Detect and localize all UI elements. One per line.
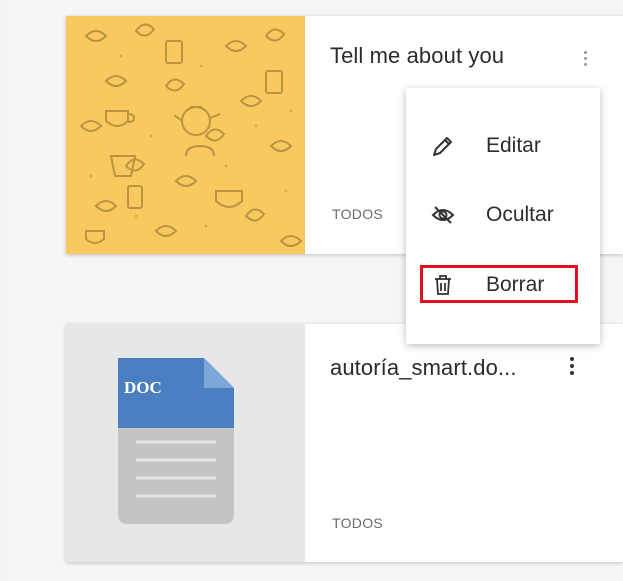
more-options-icon[interactable] (578, 48, 592, 70)
card-title[interactable]: autoría_smart.do... (330, 355, 517, 381)
resource-card[interactable]: DOC autoría_smart.do... TODOS (66, 324, 623, 562)
menu-item-delete[interactable]: Borrar (406, 260, 600, 310)
menu-item-label: Ocultar (486, 203, 554, 226)
card-title[interactable]: Tell me about you (330, 43, 504, 69)
doc-file-icon (118, 358, 234, 524)
menu-item-label: Editar (486, 134, 541, 157)
trash-icon (430, 272, 456, 298)
card-category: TODOS (332, 515, 384, 531)
card-thumbnail[interactable] (66, 16, 305, 254)
context-menu: Editar Ocultar Borrar (406, 88, 600, 344)
pencil-icon (430, 133, 456, 159)
menu-item-label: Borrar (486, 273, 545, 296)
menu-item-hide[interactable]: Ocultar (406, 190, 600, 240)
more-options-icon[interactable] (565, 354, 579, 376)
card-thumbnail[interactable]: DOC (66, 324, 305, 562)
doc-badge: DOC (124, 378, 162, 397)
eye-slash-icon (430, 202, 456, 228)
card-category: TODOS (332, 206, 384, 222)
menu-item-edit[interactable]: Editar (406, 121, 600, 171)
tea-pattern-icon (79, 23, 303, 247)
